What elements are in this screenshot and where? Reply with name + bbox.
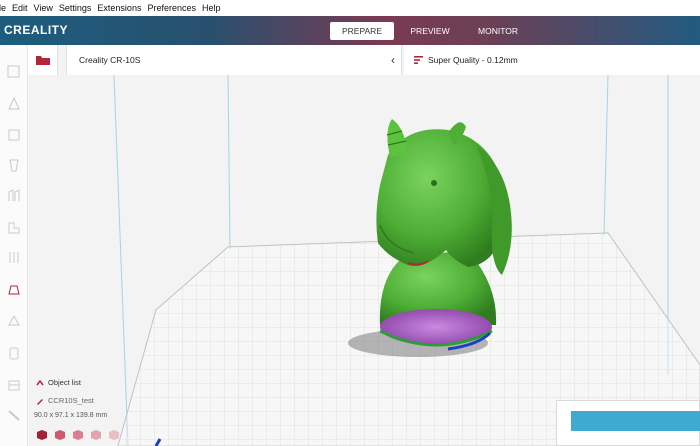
menu-help[interactable]: Help [199, 3, 224, 13]
open-file-button[interactable] [28, 45, 58, 75]
object-list-panel: Object list CCR10S_test 90.0 x 97.1 x 13… [30, 374, 150, 446]
tool-button-8[interactable] [2, 277, 26, 301]
tool-button-6[interactable] [2, 215, 26, 239]
support-blocker-icon [8, 222, 20, 234]
object-list-item[interactable]: CCR10S_test [36, 396, 94, 405]
view-left-icon[interactable] [90, 429, 102, 440]
tool-12-icon [8, 410, 20, 421]
object-dimensions: 90.0 x 97.1 x 139.8 mm [34, 412, 108, 419]
move-icon [7, 65, 20, 78]
slice-panel [556, 400, 700, 446]
tool-button-2[interactable] [2, 91, 26, 115]
tool-button-4[interactable] [2, 153, 26, 177]
brand-logo: CREALITY [4, 23, 68, 37]
folder-icon [35, 56, 50, 65]
menu-edit[interactable]: Edit [9, 3, 31, 13]
menu-preferences[interactable]: Preferences [144, 3, 199, 13]
menu-view[interactable]: View [31, 3, 56, 13]
object-list-title: Object list [48, 378, 81, 387]
tool-button-9[interactable] [2, 309, 26, 333]
tool-button-5[interactable] [2, 183, 26, 207]
tool-button-12[interactable] [2, 403, 26, 427]
tool-9-icon [8, 314, 20, 326]
printer-selector[interactable]: Creality CR-10S ‹ [66, 45, 402, 75]
tab-preview[interactable]: PREVIEW [394, 22, 466, 40]
object-list-toggle[interactable]: Object list [36, 378, 81, 387]
app-header: CREALITY PREPARE PREVIEW MONITOR [0, 16, 700, 45]
rotate-icon [8, 129, 20, 141]
mirror-icon [9, 159, 19, 172]
menu-extensions[interactable]: Extensions [94, 3, 144, 13]
menu-settings[interactable]: Settings [56, 3, 95, 13]
chevron-left-icon[interactable]: ‹ [391, 53, 395, 67]
menu-file[interactable]: ile [0, 3, 9, 13]
tab-prepare[interactable]: PREPARE [330, 22, 394, 40]
tab-monitor[interactable]: MONITOR [466, 22, 530, 40]
print-settings-selector[interactable]: Super Quality - 0.12mm [404, 45, 700, 75]
tool-button-10[interactable] [2, 341, 26, 365]
quality-label: Super Quality - 0.12mm [428, 55, 518, 65]
tool-sidebar [0, 45, 28, 446]
tool-button-3[interactable] [2, 123, 26, 147]
stage-tabs: PREPARE PREVIEW MONITOR [330, 22, 530, 40]
tool-button-7[interactable] [2, 245, 26, 269]
tool-button-11[interactable] [2, 373, 26, 397]
chevron-up-icon [36, 379, 44, 385]
view-3d-icon[interactable] [36, 429, 48, 440]
tool-10-icon [9, 347, 19, 360]
tool-button-1[interactable] [2, 59, 26, 83]
settings-sliders-icon [414, 56, 423, 64]
view-right-icon[interactable] [108, 429, 120, 440]
menu-bar: ile Edit View Settings Extensions Prefer… [0, 0, 700, 16]
tool-7-icon [9, 252, 19, 263]
view-buttons [36, 429, 120, 440]
pencil-icon [37, 398, 43, 405]
unicorn-model[interactable] [376, 119, 512, 351]
tool-11-icon [8, 380, 20, 391]
view-top-icon[interactable] [72, 429, 84, 440]
printer-name: Creality CR-10S [79, 55, 141, 65]
scale-icon [8, 96, 20, 110]
tool-8-icon [8, 285, 20, 295]
slice-button[interactable] [571, 411, 700, 431]
view-front-icon[interactable] [54, 429, 66, 440]
object-name: CCR10S_test [48, 396, 94, 405]
per-model-settings-icon [8, 189, 20, 201]
